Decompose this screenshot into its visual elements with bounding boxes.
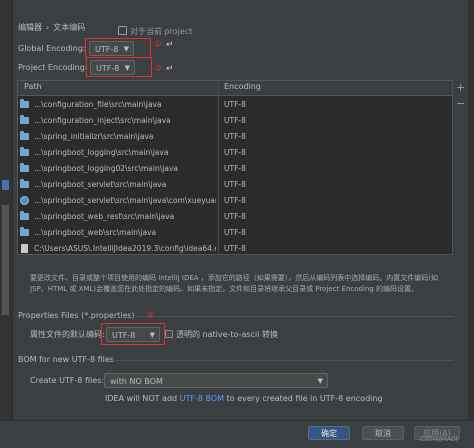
enter-icon: ↵	[166, 64, 174, 74]
ok-button[interactable]: 确定	[308, 426, 350, 440]
breadcrumb-separator: ›	[46, 23, 50, 32]
create-utf8-label: Create UTF-8 files:	[30, 376, 105, 385]
table-row[interactable]: ...\springboot_web_rest\src\main\java UTF…	[18, 209, 452, 225]
row-encoding[interactable]: UTF-8	[224, 164, 246, 173]
table-row[interactable]: ...\springboot_logging02\src\main\java UT…	[18, 161, 452, 177]
row-path: ...\springboot_servlet\src\main\java\com…	[34, 196, 216, 205]
row-encoding[interactable]: UTF-8	[224, 228, 246, 237]
bom-section-title: BOM for new UTF-8 files	[18, 355, 114, 364]
project-scope-icon	[118, 26, 127, 35]
column-header-path[interactable]: Path	[24, 82, 42, 91]
path-encoding-table[interactable]: Path Encoding ...\configuration_file\src…	[17, 80, 453, 255]
table-row[interactable]: ...\springboot_servlet\src\main\java\com…	[18, 193, 452, 209]
table-row[interactable]: ...\springboot_logging\src\main\java UTF-…	[18, 145, 452, 161]
column-header-encoding[interactable]: Encoding	[224, 82, 261, 91]
chevron-down-icon: ▼	[123, 45, 129, 53]
folder-icon	[20, 179, 29, 188]
row-encoding[interactable]: UTF-8	[224, 180, 246, 189]
table-row[interactable]: C:\Users\ASUS\.IntelliJIdea2019.3\config…	[18, 241, 452, 254]
row-path: ...\springboot_logging02\src\main\java	[34, 164, 178, 173]
table-row[interactable]: ...\configuration_file\src\main\java UTF-…	[18, 97, 452, 113]
scroll-thumb[interactable]	[2, 205, 9, 315]
row-path: ...\spring_initializr\src\main\java	[34, 132, 154, 141]
section-divider	[108, 360, 454, 361]
bom-select-value: with NO BOM	[110, 377, 163, 386]
folder-icon	[20, 163, 29, 172]
watermark: CSDN@RAOF	[420, 436, 460, 443]
encoding-description: 要更改文件、目录或整个项目使用的编码 IntelliJ IDEA ，添加它的路径…	[30, 274, 439, 293]
globe-icon	[20, 196, 29, 205]
folder-icon	[20, 211, 29, 220]
folder-icon	[20, 147, 29, 156]
bom-note: IDEA will NOT add UTF-8 BOM to every cre…	[105, 394, 383, 403]
table-row[interactable]: ...\spring_initializr\src\main\java UTF-8	[18, 129, 452, 145]
breadcrumb: 编辑器 › 文本编码	[18, 22, 85, 33]
table-row[interactable]: ...\springboot_servlet\src\main\java UTF-…	[18, 177, 452, 193]
cancel-button[interactable]: 取消	[362, 426, 404, 440]
scroll-marker	[2, 180, 9, 190]
annotation-number-3: ③	[146, 311, 155, 321]
row-encoding[interactable]: UTF-8	[224, 196, 246, 205]
project-scope-hint-text: 对于当前 project	[130, 27, 193, 36]
bom-note-suffix: to every created file in UTF-8 encoding	[224, 394, 383, 403]
folder-icon	[20, 131, 29, 140]
row-encoding[interactable]: UTF-8	[224, 100, 246, 109]
bom-note-prefix: IDEA will NOT add	[105, 394, 180, 403]
native-to-ascii-checkbox[interactable]	[165, 330, 173, 338]
row-encoding[interactable]: UTF-8	[224, 132, 246, 141]
annotation-number-1: ①	[154, 40, 163, 50]
folder-icon	[20, 227, 29, 236]
row-path: ...\springboot_servlet\src\main\java	[34, 180, 167, 189]
table-row[interactable]: ...\configuration_inject\src\main\java UT…	[18, 113, 452, 129]
global-encoding-select[interactable]: UTF-8 ▼	[89, 41, 134, 56]
section-divider	[118, 316, 454, 317]
add-path-button[interactable]: +	[456, 82, 465, 93]
project-encoding-value: UTF-8	[96, 64, 120, 73]
row-path: ...\configuration_file\src\main\java	[34, 100, 162, 109]
native-to-ascii-label[interactable]: 透明的 native-to-ascii 转换	[176, 329, 278, 340]
chevron-down-icon: ▼	[149, 331, 155, 339]
row-encoding[interactable]: UTF-8	[224, 244, 246, 253]
breadcrumb-file-encodings: 文本编码	[53, 23, 86, 32]
global-encoding-value: UTF-8	[95, 45, 119, 54]
file-icon	[21, 244, 28, 253]
project-encoding-select[interactable]: UTF-8 ▼	[90, 60, 135, 75]
row-encoding[interactable]: UTF-8	[224, 212, 246, 221]
table-row[interactable]: ...\springboot_web\src\main\java UTF-8	[18, 225, 452, 241]
properties-encoding-value: UTF-8	[112, 331, 136, 340]
row-path: ...\springboot_web\src\main\java	[34, 228, 157, 237]
row-encoding[interactable]: UTF-8	[224, 116, 246, 125]
project-scope-hint: 对于当前 project	[118, 26, 192, 37]
row-path: ...\configuration_inject\src\main\java	[34, 116, 171, 125]
row-encoding[interactable]: UTF-8	[224, 148, 246, 157]
row-path: ...\springboot_logging\src\main\java	[34, 148, 169, 157]
right-panel-strip	[468, 0, 474, 447]
folder-icon	[20, 115, 29, 124]
enter-icon: ↵	[166, 40, 174, 50]
properties-encoding-select[interactable]: UTF-8 ▼	[106, 327, 160, 342]
project-encoding-label: Project Encoding:	[18, 63, 88, 72]
remove-path-button[interactable]: −	[456, 98, 465, 109]
bom-select[interactable]: with NO BOM ▼	[104, 373, 328, 388]
breadcrumb-editor[interactable]: 编辑器	[18, 23, 42, 32]
chevron-down-icon: ▼	[317, 377, 323, 385]
properties-encoding-label: 属性文件的默认编码:	[30, 330, 105, 339]
row-path: C:\Users\ASUS\.IntelliJIdea2019.3\config…	[34, 244, 216, 253]
left-panel-strip	[0, 0, 13, 447]
chevron-down-icon: ▼	[124, 64, 130, 72]
utf8-bom-link[interactable]: UTF-8 BOM	[180, 394, 224, 403]
annotation-number-2: ②	[154, 64, 163, 74]
table-header: Path Encoding	[18, 81, 452, 96]
global-encoding-label: Global Encoding:	[18, 44, 86, 53]
row-path: ...\springboot_web_rest\src\main\java	[34, 212, 175, 221]
folder-icon	[20, 99, 29, 108]
